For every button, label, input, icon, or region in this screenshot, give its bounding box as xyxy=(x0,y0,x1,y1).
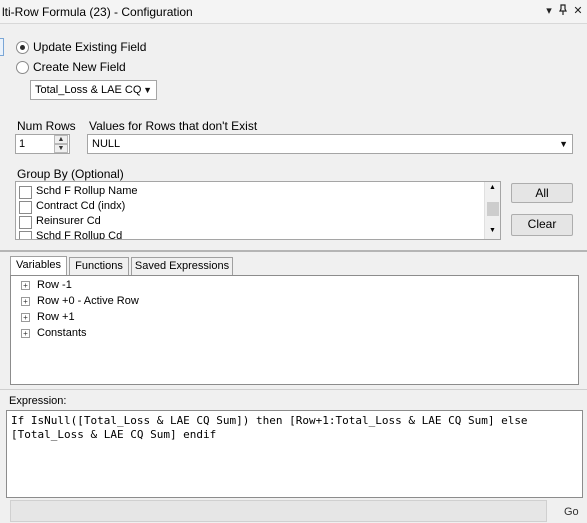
expand-icon[interactable]: + xyxy=(21,329,30,338)
tree-item-label: Row +1 xyxy=(37,311,75,323)
tree-item-label: Row +0 - Active Row xyxy=(37,295,139,307)
expand-icon[interactable]: + xyxy=(21,313,30,322)
values-nonexist-select[interactable]: NULL ▼ xyxy=(87,134,573,154)
field-select[interactable]: Total_Loss & LAE CQ ▼ xyxy=(30,80,157,100)
variables-tree[interactable]: + Row -1 + Row +0 - Active Row + Row +1 … xyxy=(10,275,579,385)
checkbox[interactable] xyxy=(19,186,32,199)
group-by-list[interactable]: Schd F Rollup Name Contract Cd (indx) Re… xyxy=(15,181,501,240)
list-item-label: Schd F Rollup Name xyxy=(36,185,138,197)
chevron-down-icon: ▼ xyxy=(559,139,568,149)
list-item-label: Schd F Rollup Cd xyxy=(36,230,123,240)
tree-item-row-plus-1[interactable]: + Row +1 xyxy=(21,311,321,327)
scroll-thumb[interactable] xyxy=(487,202,499,216)
scrollbar[interactable]: ▲ ▼ xyxy=(484,182,500,239)
stepper-up-icon[interactable]: ▲ xyxy=(54,135,68,144)
expand-icon[interactable]: + xyxy=(21,297,30,306)
tree-item-constants[interactable]: + Constants xyxy=(21,327,321,343)
list-item[interactable]: Reinsurer Cd xyxy=(19,215,485,231)
scroll-down-icon[interactable]: ▼ xyxy=(489,227,496,234)
list-item[interactable]: Schd F Rollup Name xyxy=(19,185,485,201)
left-edge-tab xyxy=(0,38,4,56)
field-select-value: Total_Loss & LAE CQ xyxy=(35,84,142,96)
go-button[interactable]: Go xyxy=(564,506,579,518)
create-new-label[interactable]: Create New Field xyxy=(33,60,126,74)
create-new-radio[interactable] xyxy=(16,61,29,74)
window-title: lti-Row Formula (23) - Configuration xyxy=(2,5,193,19)
pin-icon-graphic xyxy=(559,4,567,15)
group-by-label: Group By (Optional) xyxy=(17,167,124,181)
dropdown-menu-icon[interactable]: ▾ xyxy=(542,4,556,18)
checkbox[interactable] xyxy=(19,216,32,229)
tree-item-label: Constants xyxy=(37,327,87,339)
list-item[interactable]: Schd F Rollup Cd xyxy=(19,230,485,240)
list-item-label: Contract Cd (indx) xyxy=(36,200,126,212)
list-item[interactable]: Contract Cd (indx) xyxy=(19,200,485,216)
num-rows-value[interactable]: 1 xyxy=(19,138,25,150)
expand-icon[interactable]: + xyxy=(21,281,30,290)
expression-label: Expression: xyxy=(9,395,67,407)
title-bar: lti-Row Formula (23) - Configuration ▾ ✕ xyxy=(0,0,587,24)
all-button[interactable]: All xyxy=(511,183,573,203)
values-nonexist-value: NULL xyxy=(92,138,121,150)
tab-saved-expressions[interactable]: Saved Expressions xyxy=(131,257,233,275)
scroll-up-icon[interactable]: ▲ xyxy=(489,184,496,191)
tab-variables[interactable]: Variables xyxy=(10,256,67,275)
clear-button[interactable]: Clear xyxy=(511,214,573,236)
tree-item-row-minus-1[interactable]: + Row -1 xyxy=(21,279,321,295)
pin-icon[interactable] xyxy=(556,4,570,18)
expression-text[interactable]: If IsNull([Total_Loss & LAE CQ Sum]) the… xyxy=(11,414,578,442)
checkbox[interactable] xyxy=(19,201,32,214)
close-icon[interactable]: ✕ xyxy=(571,4,585,18)
update-existing-radio[interactable] xyxy=(16,41,29,54)
list-item-label: Reinsurer Cd xyxy=(36,215,101,227)
bottom-input-bar[interactable] xyxy=(10,500,547,522)
expression-editor[interactable]: If IsNull([Total_Loss & LAE CQ Sum]) the… xyxy=(6,410,583,498)
tree-item-label: Row -1 xyxy=(37,279,72,291)
stepper-down-icon[interactable]: ▼ xyxy=(54,144,68,153)
values-nonexist-label: Values for Rows that don't Exist xyxy=(89,119,258,133)
num-rows-stepper[interactable]: 1 ▲ ▼ xyxy=(15,134,70,154)
checkbox[interactable] xyxy=(19,231,32,239)
splitter[interactable] xyxy=(0,250,587,252)
separator xyxy=(0,389,587,390)
num-rows-label: Num Rows xyxy=(17,119,76,133)
tab-functions[interactable]: Functions xyxy=(69,257,129,275)
update-existing-label[interactable]: Update Existing Field xyxy=(33,40,146,54)
tree-item-row-active[interactable]: + Row +0 - Active Row xyxy=(21,295,321,311)
chevron-down-icon: ▼ xyxy=(143,85,152,95)
